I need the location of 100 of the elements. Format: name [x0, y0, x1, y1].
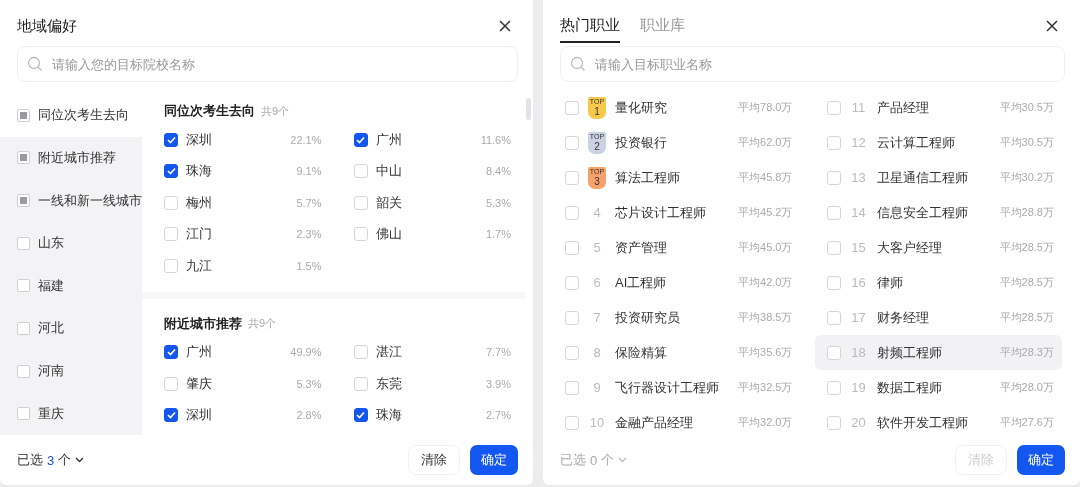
city-share: 49.9%	[290, 346, 322, 359]
checkbox[interactable]	[164, 132, 178, 147]
checkbox[interactable]	[164, 164, 178, 179]
city-share: 5.7%	[296, 196, 322, 209]
panel-title: 地域偏好	[17, 16, 77, 36]
job-name: 投资银行	[615, 133, 668, 152]
job-name: 金融产品经理	[615, 413, 694, 432]
search-icon	[570, 56, 586, 72]
job-row[interactable]: 18 射频工程师 平均28.3万	[814, 335, 1062, 370]
rank-number: 19	[850, 380, 867, 395]
city-name: 深圳	[186, 130, 213, 149]
section-title: 同位次考生去向	[164, 102, 255, 120]
job-salary: 平均27.6万	[999, 415, 1054, 430]
selected-label: 已选	[560, 451, 586, 469]
job-name: 射频工程师	[876, 343, 943, 362]
city-share: 5.3%	[296, 377, 322, 390]
confirm-button[interactable]: 确定	[470, 445, 518, 475]
rank-number: 18	[850, 345, 867, 360]
rank-number: 10	[589, 415, 605, 430]
city-share: 2.3%	[296, 228, 322, 241]
job-salary: 平均28.5万	[999, 240, 1054, 255]
job-name: 算法工程师	[615, 168, 681, 187]
section-count: 共9个	[261, 103, 290, 119]
city-name: 江门	[186, 225, 213, 244]
rank-number: 6	[592, 275, 602, 290]
city-name: 佛山	[375, 225, 403, 244]
search-icon	[27, 56, 43, 72]
job-salary: 平均28.5万	[999, 310, 1054, 325]
job-salary: 平均45.2万	[738, 205, 793, 220]
city-share: 3.9%	[485, 377, 511, 390]
selected-label: 已选	[17, 451, 43, 469]
sidebar-item[interactable]: 重庆	[0, 392, 142, 435]
caret-icon[interactable]	[75, 457, 85, 463]
close-icon	[1044, 18, 1060, 34]
city-name: 肇庆	[186, 374, 213, 393]
city-name: 湛江	[375, 343, 403, 362]
job-salary: 平均35.6万	[738, 345, 793, 360]
job-name: 产品经理	[876, 98, 930, 117]
rank-number: 15	[850, 240, 867, 255]
search-field[interactable]: 请输入您的目标院校名称	[17, 46, 518, 82]
section-count: 共9个	[248, 316, 277, 331]
city-name: 韶关	[375, 193, 403, 212]
city-share: 8.4%	[485, 165, 511, 178]
job-salary: 平均30.5万	[999, 135, 1054, 150]
checkbox[interactable]	[164, 345, 178, 360]
checkbox[interactable]	[353, 408, 368, 423]
sidebar-item[interactable]: 同位次考生去向	[0, 94, 142, 137]
city-name: 深圳	[186, 406, 213, 425]
job-salary: 平均45.8万	[738, 170, 793, 185]
job-salary: 平均38.5万	[738, 310, 793, 325]
city-share: 1.7%	[485, 228, 511, 241]
city-name: 广州	[375, 130, 403, 149]
sidebar-item[interactable]: 附近城市推荐	[0, 136, 142, 180]
rank-number: 20	[850, 415, 867, 430]
sidebar-item[interactable]: 河南	[0, 349, 142, 393]
selected-count: 0	[590, 452, 598, 468]
selected-unit: 个	[58, 451, 72, 469]
job-salary: 平均28.0万	[999, 380, 1054, 395]
sidebar-item[interactable]: 福建	[0, 264, 142, 308]
city-share: 5.3%	[485, 196, 511, 209]
job-salary: 平均28.8万	[999, 205, 1054, 220]
city-name: 广州	[186, 343, 213, 362]
job-salary: 平均32.5万	[738, 380, 793, 395]
job-salary: 平均62.0万	[738, 135, 793, 150]
job-name: 飞行器设计工程师	[615, 378, 720, 397]
sidebar-item[interactable]: 山东	[0, 221, 142, 265]
rank-number: 7	[592, 310, 602, 325]
city-name: 珠海	[186, 162, 213, 181]
city-share: 2.7%	[485, 409, 511, 422]
rank-number: 17	[850, 310, 867, 325]
tab[interactable]: 热门职业	[560, 15, 620, 43]
job-salary: 平均78.0万	[738, 100, 793, 115]
job-name: 资产管理	[615, 238, 668, 257]
job-name: AI工程师	[615, 273, 668, 292]
rank-number: 8	[592, 345, 602, 360]
job-name: 量化研究	[615, 98, 668, 117]
search-field[interactable]: 请输入目标职业名称	[560, 46, 1065, 82]
job-salary: 平均42.0万	[738, 275, 793, 290]
job-name: 大客户经理	[876, 238, 943, 257]
job-name: 数据工程师	[876, 378, 943, 397]
job-salary: 平均28.5万	[999, 275, 1054, 290]
city-name: 九江	[186, 256, 213, 275]
rank-number: 12	[850, 135, 867, 150]
section-title: 附近城市推荐	[164, 314, 242, 333]
checkbox[interactable]	[353, 132, 368, 147]
job-name: 云计算工程师	[876, 133, 956, 152]
close-button[interactable]	[1044, 18, 1060, 34]
rank-number: 9	[592, 380, 602, 395]
job-name: 投资研究员	[615, 308, 681, 327]
city-share: 9.1%	[296, 165, 322, 178]
job-salary: 平均28.3万	[999, 345, 1054, 360]
clear-button[interactable]: 清除	[408, 445, 460, 475]
sidebar-item[interactable]: 河北	[0, 307, 142, 350]
city-share: 1.5%	[296, 259, 322, 272]
checkbox[interactable]	[164, 408, 178, 423]
city-name: 珠海	[375, 406, 403, 425]
sidebar-item[interactable]: 一线和新一线城市	[0, 179, 142, 222]
job-name: 律师	[876, 273, 904, 292]
close-button[interactable]	[497, 18, 513, 34]
scrollbar[interactable]	[526, 98, 531, 120]
